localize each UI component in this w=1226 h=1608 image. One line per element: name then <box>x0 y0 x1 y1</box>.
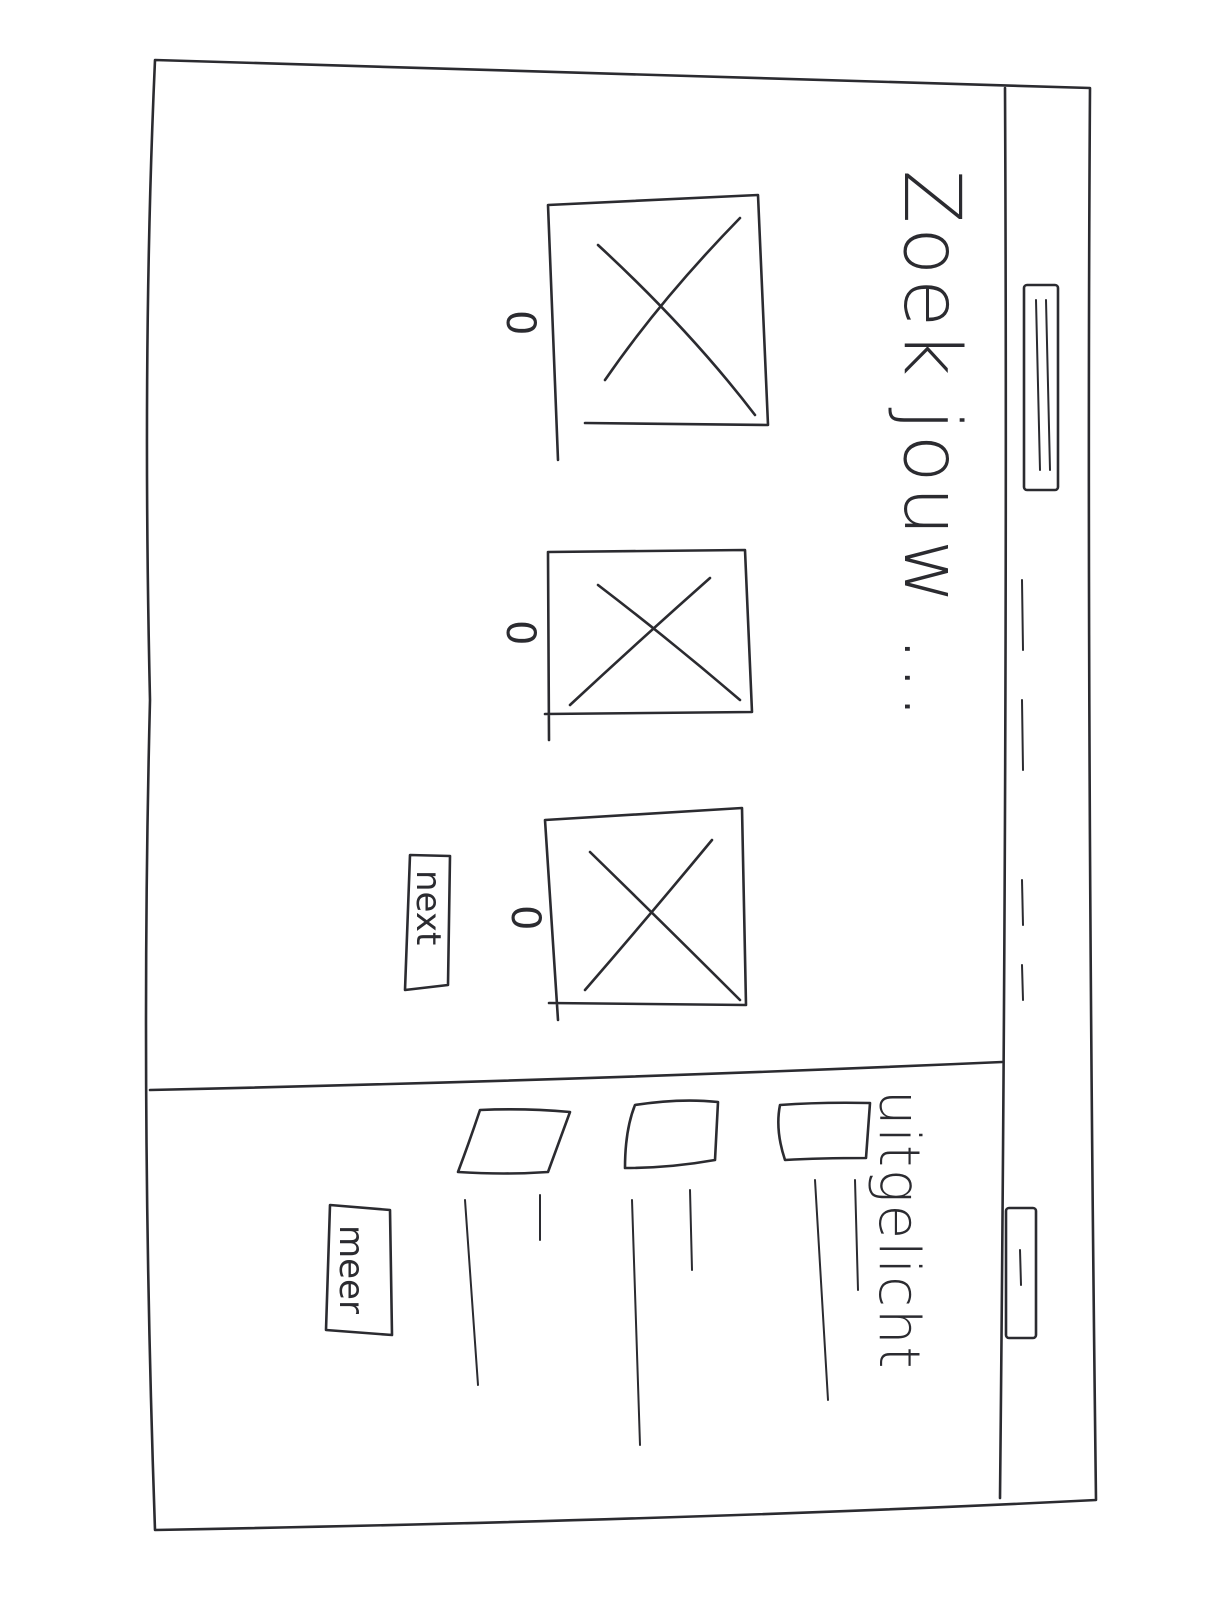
menu-icon <box>1035 299 1051 471</box>
image-placeholder <box>543 806 748 1022</box>
option-radio[interactable]: 0 <box>497 310 543 335</box>
wireframe-sketch: Zoek jouw ... 0 0 0 next uitgelicht meer <box>144 58 1098 1532</box>
option-card[interactable]: 0 <box>502 806 748 1022</box>
featured-thumbnail <box>623 1099 720 1170</box>
option-card[interactable]: 0 <box>497 548 754 742</box>
more-button-label: meer <box>331 1225 371 1314</box>
more-button[interactable]: meer <box>324 1203 394 1337</box>
sidebar-title: uitgelicht <box>866 1090 931 1370</box>
image-placeholder-cross <box>583 838 742 1002</box>
option-card[interactable]: 0 <box>497 193 770 462</box>
featured-text-line <box>464 1194 541 1386</box>
page-title: Zoek jouw ... <box>886 170 976 723</box>
featured-item[interactable] <box>456 1108 572 1386</box>
option-radio[interactable]: 0 <box>502 905 548 930</box>
featured-thumbnail <box>456 1108 572 1175</box>
next-button[interactable]: next <box>403 853 452 992</box>
image-placeholder-cross <box>596 216 757 417</box>
next-button-label: next <box>408 870 448 945</box>
featured-thumbnail <box>777 1101 872 1162</box>
menu-button[interactable] <box>1022 283 1060 492</box>
option-radio[interactable]: 0 <box>497 620 543 645</box>
top-bar-button-icon <box>1019 1249 1022 1286</box>
featured-text-line <box>631 1189 693 1446</box>
featured-item[interactable] <box>777 1101 872 1401</box>
featured-item[interactable] <box>623 1099 720 1446</box>
image-placeholder <box>543 548 754 742</box>
section-divider <box>148 1060 1004 1092</box>
image-placeholder <box>546 193 770 462</box>
top-bar-dashes <box>1021 579 1024 1001</box>
featured-text-line <box>814 1179 859 1401</box>
image-placeholder-cross <box>568 576 742 707</box>
